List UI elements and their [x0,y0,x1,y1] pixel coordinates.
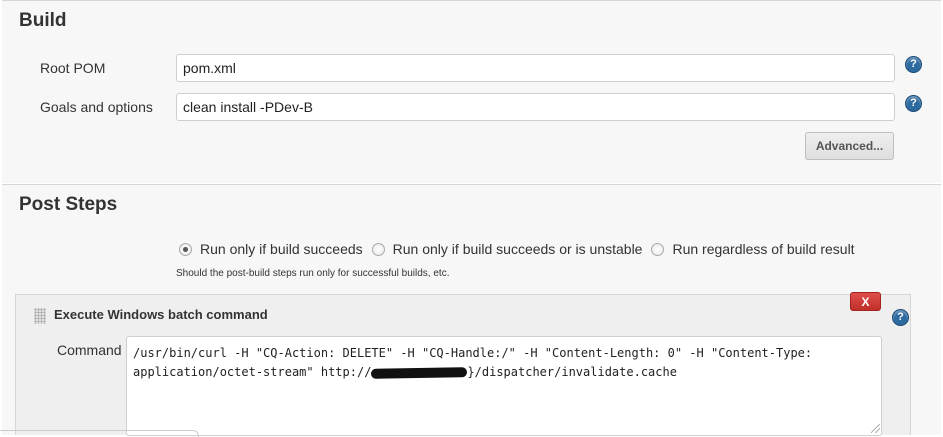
radio-option-unstable[interactable]: Run only if build succeeds or is unstabl… [371,241,643,257]
command-textarea[interactable]: /usr/bin/curl -H "CQ-Action: DELETE" -H … [126,336,882,436]
radio-label: Run regardless of build result [672,241,855,257]
help-icon[interactable]: ? [905,56,922,73]
post-steps-condition-group: Run only if build succeeds Run only if b… [179,241,864,257]
advanced-button[interactable]: Advanced... [805,132,894,160]
radio-button[interactable] [651,242,665,256]
radio-option-regardless[interactable]: Run regardless of build result [651,241,855,257]
step-title: Execute Windows batch command [54,307,268,322]
redacted-host [371,366,468,379]
root-pom-label: Root POM [40,60,106,76]
goals-label: Goals and options [40,99,153,115]
post-steps-hint: Should the post-build steps run only for… [176,268,450,279]
command-label: Command [57,342,122,358]
build-title: Build [19,10,67,31]
help-icon[interactable]: ? [892,309,909,326]
radio-button[interactable] [371,242,385,256]
delete-step-button[interactable]: X [850,292,881,311]
post-steps-title: Post Steps [19,194,118,215]
help-icon[interactable]: ? [905,95,922,112]
resize-grip-icon[interactable] [871,424,880,433]
radio-option-succeeds[interactable]: Run only if build succeeds [179,241,363,257]
radio-label: Run only if build succeeds [200,241,363,257]
radio-label: Run only if build succeeds or is unstabl… [392,241,643,257]
drag-handle-icon[interactable] [34,308,46,324]
build-section: Build [2,0,941,183]
command-text-end: }/dispatcher/invalidate.cache [467,365,677,379]
goals-input[interactable]: clean install -PDev-B [176,93,895,121]
root-pom-input[interactable]: pom.xml [176,54,895,82]
radio-button[interactable] [179,242,192,256]
